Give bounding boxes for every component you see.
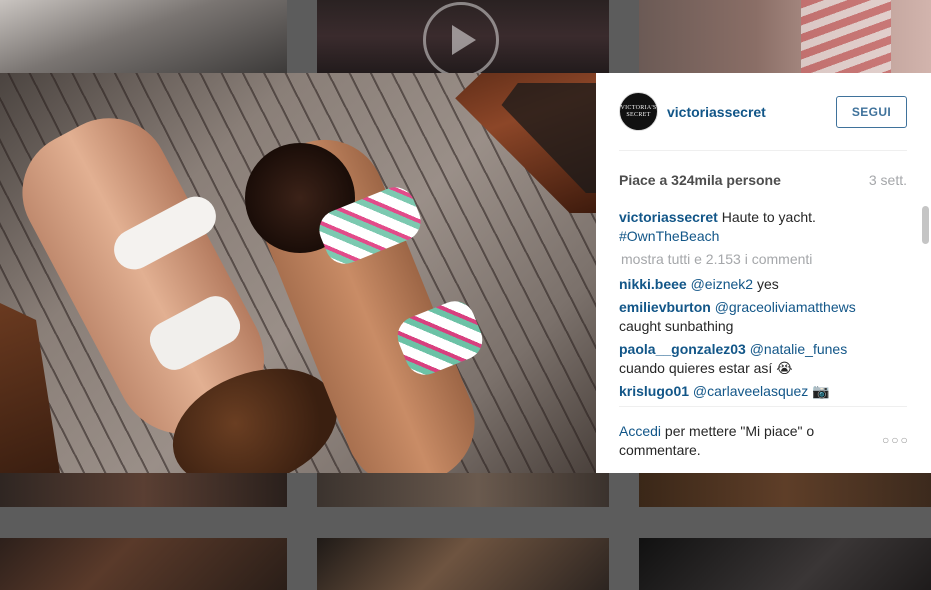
comment-mention[interactable]: @natalie_funes — [750, 341, 848, 357]
show-all-comments-link[interactable]: mostra tutti e 2.153 i commenti — [621, 250, 907, 269]
login-prompt: Accedi per mettere "Mi piace" o commenta… — [619, 422, 839, 460]
comment-mention[interactable]: @graceoliviamatthews — [715, 299, 856, 315]
comment-item: paola__gonzalez03 @natalie_funes cuando … — [619, 340, 907, 378]
comment-text: caught sunbathing — [619, 318, 734, 334]
post-sidebar: VICTORIA'S SECRET victoriassecret SEGUI … — [596, 73, 931, 473]
caption-username[interactable]: victoriassecret — [619, 209, 718, 225]
comment-mention[interactable]: @eiznek2 — [691, 276, 753, 292]
hashtag-link[interactable]: #OwnTheBeach — [619, 228, 719, 244]
post-modal: VICTORIA'S SECRET victoriassecret SEGUI … — [0, 73, 931, 473]
caption: victoriassecret Haute to yacht. #OwnTheB… — [619, 208, 907, 246]
comment-username[interactable]: krislugo01 — [619, 383, 689, 399]
caption-text: Haute to yacht. — [721, 209, 816, 225]
comment-text: yes — [756, 276, 779, 292]
scrollbar-thumb[interactable] — [922, 206, 929, 244]
comment-username[interactable]: emilievburton — [619, 299, 711, 315]
grid-photo[interactable] — [0, 473, 287, 507]
comment-text: cuando quieres estar así 😭 — [619, 360, 793, 376]
play-icon[interactable] — [423, 2, 499, 73]
login-link[interactable]: Accedi — [619, 423, 661, 439]
more-options-icon[interactable]: ○○○ — [882, 433, 910, 447]
post-time[interactable]: 3 sett. — [869, 172, 907, 188]
divider — [619, 406, 907, 407]
comment-item: krislugo01 @carlaveelasquez 📷 — [619, 382, 907, 401]
grid-photo[interactable] — [317, 538, 609, 590]
comment-item: nikki.beee @eiznek2 yes — [619, 275, 907, 294]
comments-scrollbar[interactable] — [922, 206, 929, 406]
avatar-logo-text: VICTORIA'S SECRET — [620, 104, 657, 118]
likes-count[interactable]: Piace a 324mila persone — [619, 172, 781, 188]
grid-video[interactable] — [317, 0, 609, 73]
comment-item: emilievburton @graceoliviamatthews caugh… — [619, 298, 907, 336]
avatar[interactable]: VICTORIA'S SECRET — [619, 92, 658, 131]
grid-photo[interactable] — [0, 0, 287, 73]
comment-text: 📷 — [812, 383, 830, 399]
grid-photo[interactable] — [639, 538, 931, 590]
grid-photo[interactable] — [639, 0, 931, 73]
follow-button[interactable]: SEGUI — [836, 95, 907, 128]
comment-username[interactable]: nikki.beee — [619, 276, 687, 292]
username-link[interactable]: victoriassecret — [667, 104, 836, 120]
post-photo[interactable] — [0, 73, 596, 473]
grid-photo[interactable] — [0, 538, 287, 590]
post-header: VICTORIA'S SECRET victoriassecret SEGUI — [619, 73, 907, 151]
comment-username[interactable]: paola__gonzalez03 — [619, 341, 746, 357]
likes-row: Piace a 324mila persone 3 sett. — [619, 172, 907, 188]
comment-mention[interactable]: @carlaveelasquez — [693, 383, 808, 399]
grid-photo[interactable] — [317, 473, 609, 507]
comments-list: victoriassecret Haute to yacht. #OwnTheB… — [619, 208, 907, 406]
grid-photo[interactable] — [639, 473, 931, 507]
